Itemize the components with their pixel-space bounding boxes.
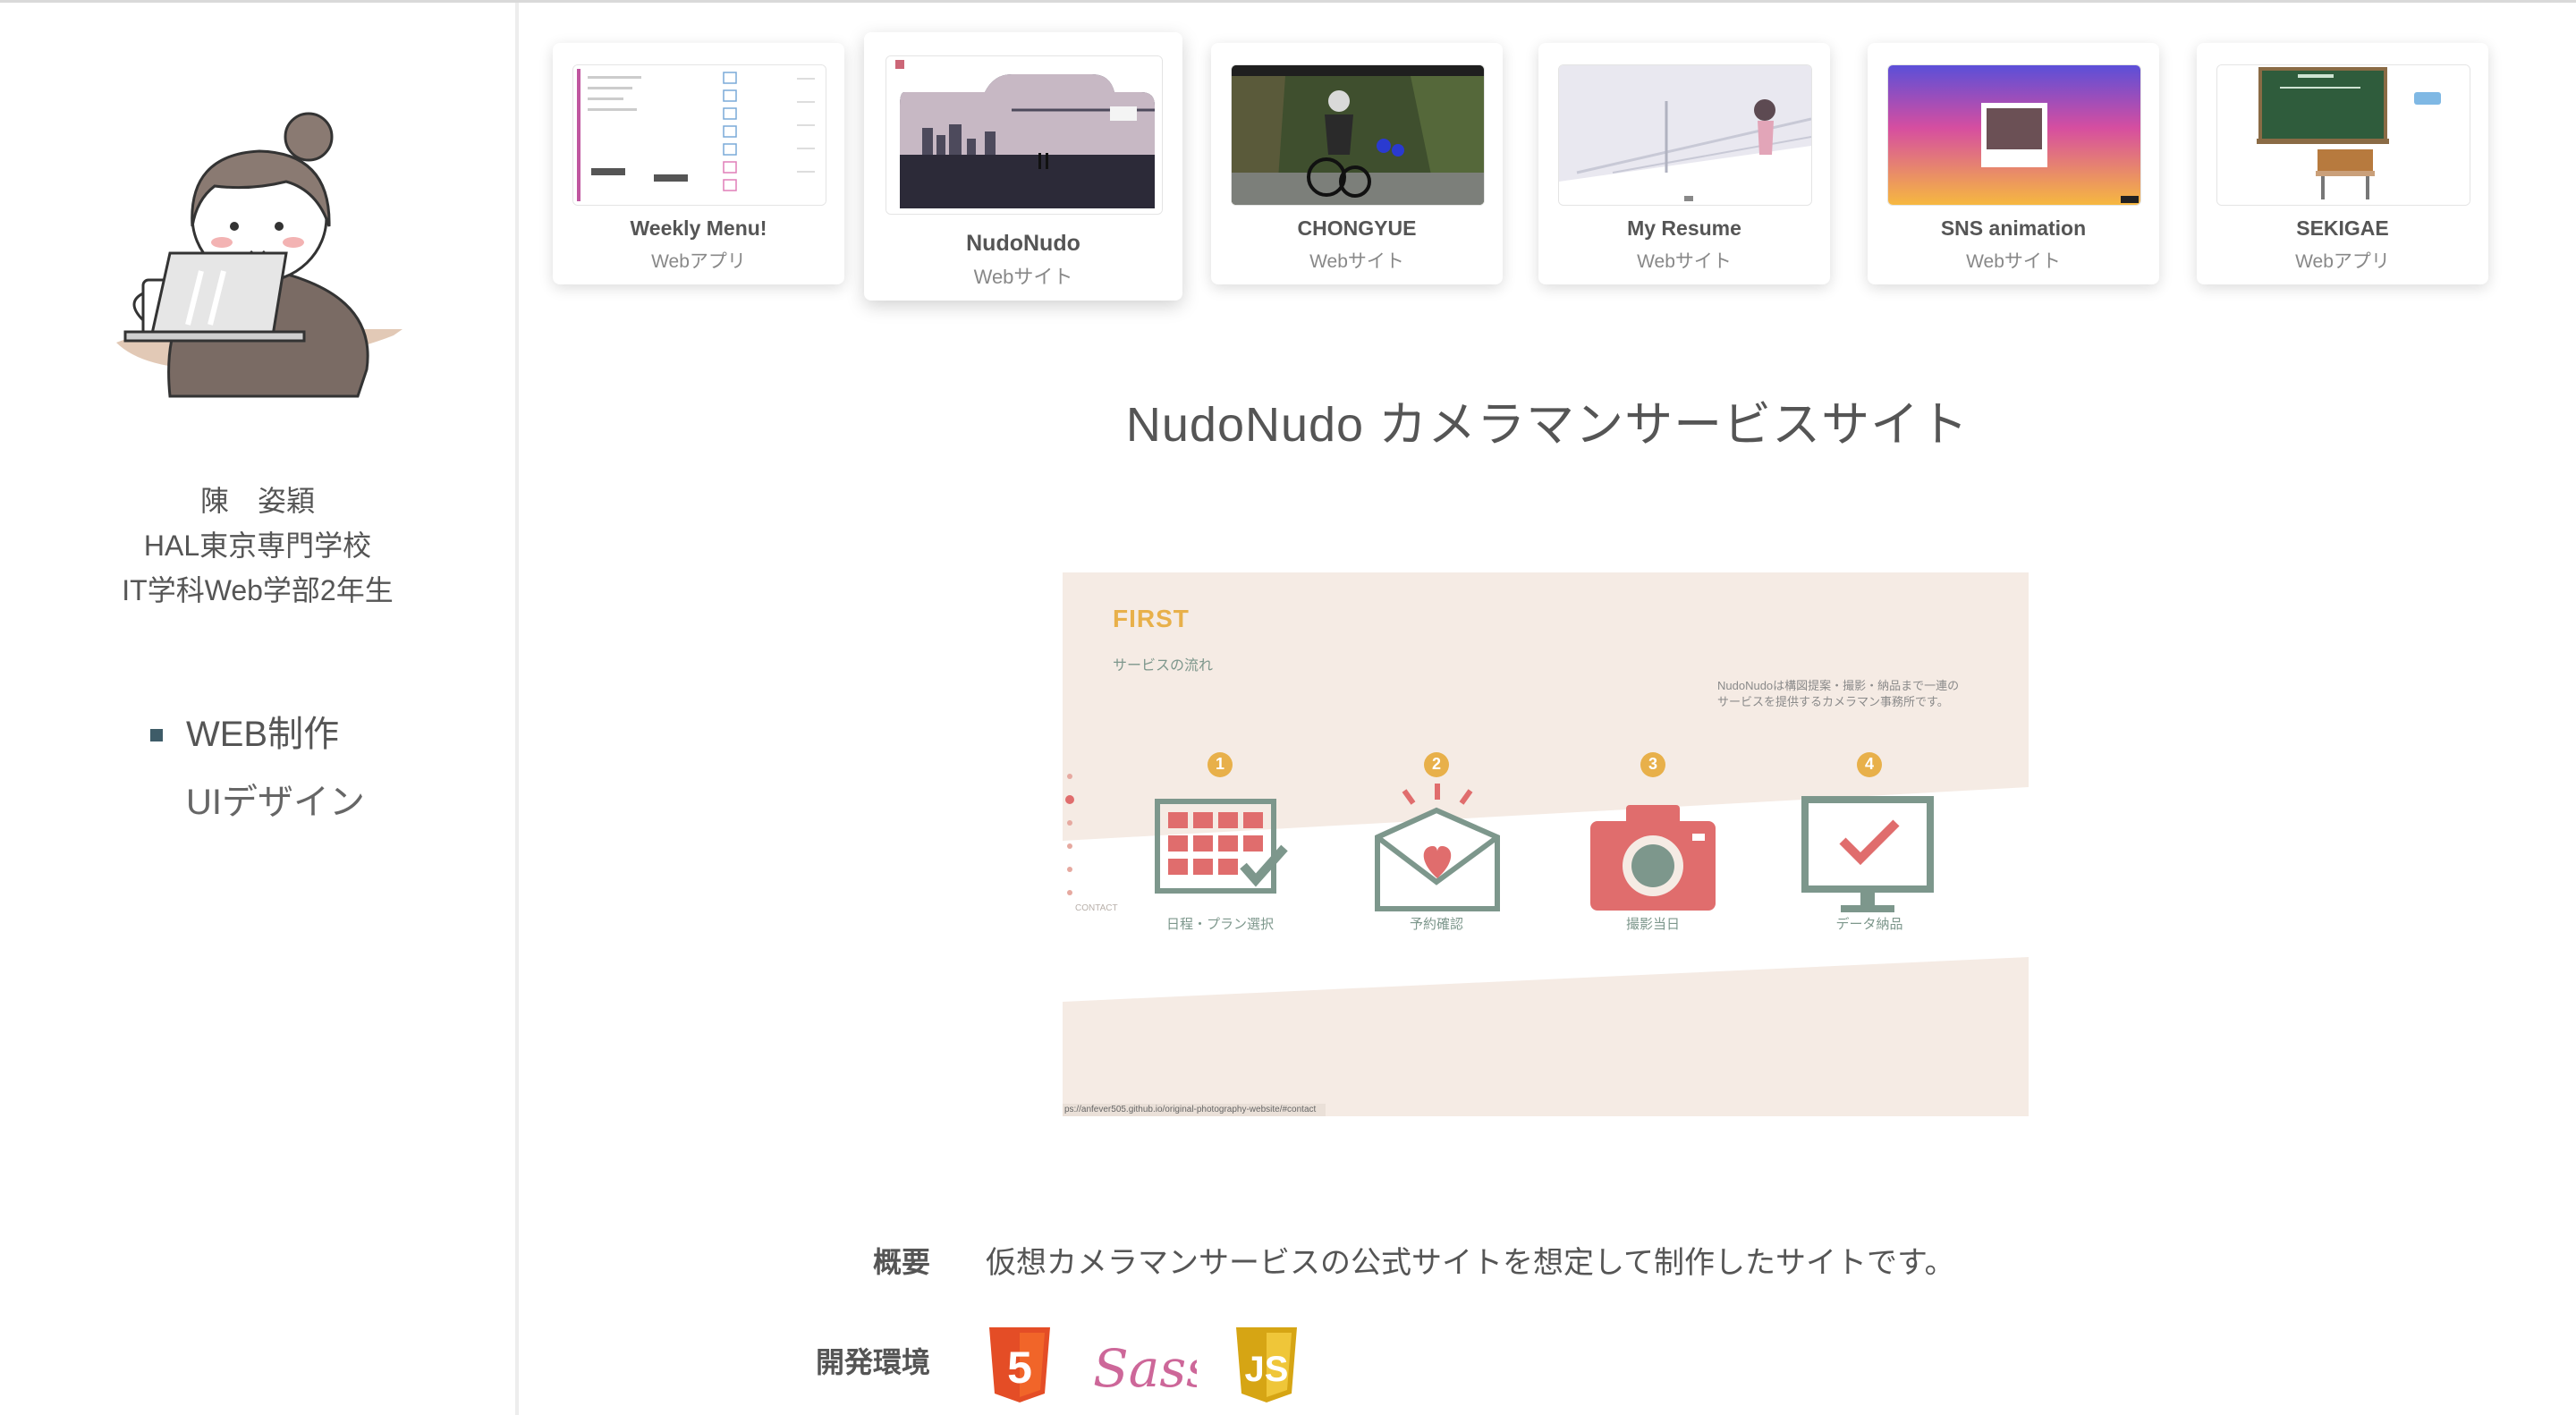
overview-text: 仮想カメラマンサービスの公式サイトを想定して制作したサイトです。 (986, 1246, 1955, 1280)
step-num-3: 3 (1648, 755, 1657, 773)
preview-logo: FIRST (1113, 605, 1190, 632)
work-detail-title: NudoNudo カメラマンサービスサイト (1125, 398, 1970, 452)
work-preview-screenshot: FIRST サービスの流れ NudoNudoは構図提案・撮影・納品まで一連の サ… (1063, 572, 2029, 1116)
nav-item-label: UIデザイン (186, 783, 365, 822)
overview-label: 概要 (872, 1246, 930, 1278)
work-card-nudonudo[interactable]: NudoNudo Webサイト (864, 32, 1182, 301)
profile-name: 陳 姿穎 (199, 485, 315, 517)
sass-glyph: Sass (1093, 1338, 1197, 1399)
work-type: Webサイト (973, 266, 1073, 288)
work-type: Webサイト (1966, 251, 2061, 272)
work-card-chongyue[interactable]: CHONGYUE Webサイト (1211, 43, 1503, 284)
works-list: Weekly Menu! Webアプリ NudoNudo Webサイト CHON… (553, 32, 2503, 311)
work-card-sns-animation[interactable]: SNS animation Webサイト (1868, 43, 2159, 284)
step-label-1: 日程・プラン選択 (1165, 917, 1274, 932)
avatar-illustration (116, 112, 402, 398)
preview-intro-line-1: NudoNudoは構図提案・撮影・納品まで一連の (1717, 679, 1960, 692)
step-num-2: 2 (1431, 755, 1441, 773)
work-title: Weekly Menu! (630, 216, 767, 240)
work-type: Webアプリ (2295, 251, 2390, 272)
profile-school: HAL東京専門学校 (143, 530, 372, 562)
step-label-2: 予約確認 (1409, 917, 1463, 932)
dev-env-label: 開発環境 (815, 1346, 930, 1378)
preview-heading: サービスの流れ (1113, 658, 1214, 674)
work-card-weekly-menu[interactable]: Weekly Menu! Webアプリ (553, 43, 844, 284)
work-thumbnail (2216, 64, 2470, 206)
javascript-glyph: JS (1245, 1350, 1289, 1389)
html5-glyph: 5 (1007, 1343, 1032, 1393)
work-card-my-resume[interactable]: My Resume Webサイト (1538, 43, 1830, 284)
sass-icon: Sass (1089, 1326, 1213, 1409)
nav-item-label: WEB制作 (186, 715, 340, 754)
work-type: Webサイト (1309, 251, 1404, 272)
work-title: My Resume (1627, 216, 1741, 240)
work-title: SEKIGAE (2296, 216, 2389, 240)
work-title: NudoNudo (966, 231, 1080, 256)
work-thumbnail (572, 64, 826, 206)
nav-item-ui-design[interactable]: UIデザイン (148, 768, 365, 836)
work-card-sekigae[interactable]: SEKIGAE Webアプリ (2197, 43, 2488, 284)
javascript-icon: JS (1233, 1326, 1301, 1409)
preview-side-label: CONTACT (1075, 903, 1118, 913)
step-num-1: 1 (1215, 755, 1224, 773)
sidebar-divider (515, 3, 519, 1415)
work-thumbnail (886, 55, 1163, 215)
work-thumbnail (1887, 64, 2141, 206)
active-bullet-icon (150, 729, 163, 741)
html5-icon: 5 (986, 1326, 1054, 1409)
category-nav: WEB制作 UIデザイン (148, 700, 365, 836)
step-num-4: 4 (1864, 755, 1874, 773)
step-label-3: 撮影当日 (1625, 917, 1680, 932)
profile-info: 陳 姿穎 HAL東京専門学校 IT学科Web学部2年生 (0, 479, 515, 613)
nav-item-web[interactable]: WEB制作 (148, 700, 365, 768)
work-title: CHONGYUE (1297, 216, 1417, 240)
work-thumbnail (1558, 64, 1812, 206)
work-thumbnail (1231, 64, 1485, 206)
preview-intro-line-2: サービスを提供するカメラマン事務所です。 (1717, 695, 1949, 708)
sidebar: 陳 姿穎 HAL東京専門学校 IT学科Web学部2年生 WEB制作 UIデザイン (0, 3, 515, 1415)
work-type: Webサイト (1637, 251, 1732, 272)
profile-department: IT学科Web学部2年生 (122, 574, 394, 606)
preview-status-url: ps://anfever505.github.io/original-photo… (1064, 1105, 1317, 1114)
work-title: SNS animation (1940, 216, 2087, 240)
work-type: Webアプリ (651, 251, 746, 272)
step-label-4: データ納品 (1835, 917, 1903, 932)
